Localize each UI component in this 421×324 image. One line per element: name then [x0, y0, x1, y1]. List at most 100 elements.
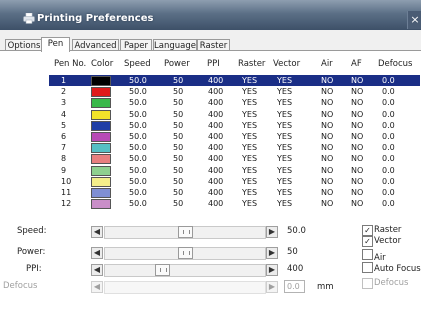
cell-speed: 50.0	[129, 165, 147, 175]
table-row[interactable]: 3 50.0 50 400 YES YES NO NO 0.0	[49, 97, 420, 109]
power-decrease-button[interactable]: ◀	[91, 247, 103, 259]
table-row[interactable]: 1 50.0 50 400 YES YES NO NO 0.0	[49, 75, 420, 86]
cell-af: NO	[351, 199, 364, 209]
cell-vector: YES	[277, 143, 293, 153]
cell-defocus: 0.0	[382, 120, 395, 130]
cell-power: 50	[173, 143, 184, 153]
cell-speed: 50.0	[129, 87, 147, 97]
header-defocus[interactable]: Defocus	[378, 59, 412, 73]
table-row[interactable]: 7 50.0 50 400 YES YES NO NO 0.0	[49, 142, 420, 154]
pen-color-swatch[interactable]	[91, 143, 111, 154]
table-row[interactable]: 11 50.0 50 400 YES YES NO NO 0.0	[49, 187, 420, 198]
pen-color-swatch[interactable]	[91, 87, 111, 98]
air-checkbox[interactable]	[362, 249, 373, 260]
cell-defocus: 0.0	[382, 109, 395, 119]
defocus-slider-track[interactable]	[104, 281, 266, 294]
cell-defocus: 0.0	[382, 199, 395, 209]
pen-color-swatch[interactable]	[91, 176, 111, 187]
cell-air: NO	[321, 199, 334, 209]
cell-ppi: 400	[208, 143, 224, 153]
auto-focus-checkbox[interactable]	[362, 262, 373, 273]
cell-ppi: 400	[208, 76, 224, 85]
ppi-decrease-button[interactable]: ◀	[91, 264, 103, 276]
pen-color-swatch[interactable]	[91, 120, 111, 131]
cell-power: 50	[173, 98, 184, 108]
cell-af: NO	[351, 76, 364, 85]
tab-pen[interactable]: Pen	[41, 37, 70, 52]
header-vector[interactable]: Vector	[273, 59, 300, 73]
pen-color-swatch[interactable]	[91, 132, 111, 142]
cell-pen-no: 2	[61, 87, 67, 97]
table-row[interactable]: 10 50.0 50 400 YES YES NO NO 0.0	[49, 176, 420, 187]
defocus-increase-button[interactable]: ▶	[266, 281, 278, 293]
close-button[interactable]: ×	[407, 11, 421, 29]
cell-af: NO	[351, 154, 364, 164]
ppi-slider-thumb[interactable]	[155, 264, 170, 276]
cell-vector: YES	[277, 154, 293, 164]
header-raster[interactable]: Raster	[238, 59, 265, 73]
cell-defocus: 0.0	[382, 165, 395, 175]
pen-color-swatch[interactable]	[91, 76, 111, 86]
table-row[interactable]: 2 50.0 50 400 YES YES NO NO 0.0	[49, 86, 420, 98]
defocus-checkbox[interactable]	[362, 278, 373, 289]
cell-power: 50	[173, 188, 184, 197]
header-ppi[interactable]: PPI	[207, 59, 220, 73]
cell-ppi: 400	[208, 165, 224, 175]
table-row[interactable]: 6 50.0 50 400 YES YES NO NO 0.0	[49, 131, 420, 142]
ppi-slider-track[interactable]	[104, 264, 266, 277]
defocus-decrease-button[interactable]: ◀	[91, 281, 103, 293]
cell-pen-no: 9	[61, 165, 67, 175]
table-row[interactable]: 8 50.0 50 400 YES YES NO NO 0.0	[49, 153, 420, 165]
speed-value: 50.0	[287, 226, 306, 236]
cell-af: NO	[351, 120, 364, 130]
cell-af: NO	[351, 165, 364, 175]
pen-color-swatch[interactable]	[91, 188, 111, 198]
header-speed[interactable]: Speed	[124, 59, 151, 73]
right-arrow-icon: ▶	[268, 282, 276, 291]
power-label: Power:	[17, 247, 46, 257]
header-color[interactable]: Color	[91, 59, 113, 73]
header-pen-no[interactable]: Pen No.	[54, 59, 86, 73]
header-air[interactable]: Air	[321, 59, 333, 73]
raster-checkbox[interactable]: ✓	[362, 225, 373, 236]
cell-air: NO	[321, 98, 334, 108]
check-icon: ✓	[364, 237, 371, 246]
raster-checkbox-label: Raster	[374, 225, 402, 235]
table-row[interactable]: 5 50.0 50 400 YES YES NO NO 0.0	[49, 120, 420, 131]
cell-pen-no: 3	[61, 98, 67, 108]
cell-defocus: 0.0	[382, 132, 395, 141]
pen-color-swatch[interactable]	[91, 98, 111, 109]
table-row[interactable]: 9 50.0 50 400 YES YES NO NO 0.0	[49, 165, 420, 176]
cell-pen-no: 7	[61, 143, 67, 153]
pen-color-swatch[interactable]	[91, 165, 111, 176]
speed-slider-thumb[interactable]	[178, 226, 193, 238]
pen-color-swatch[interactable]	[91, 109, 111, 120]
header-af[interactable]: AF	[351, 59, 362, 73]
tab-strip: Options Pen Advanced Paper Language Rast…	[0, 30, 421, 52]
cell-power: 50	[173, 165, 184, 175]
speed-label: Speed:	[17, 226, 47, 236]
cell-af: NO	[351, 98, 364, 108]
table-row[interactable]: 4 50.0 50 400 YES YES NO NO 0.0	[49, 109, 420, 120]
cell-ppi: 400	[208, 109, 224, 119]
cell-air: NO	[321, 188, 334, 197]
printer-icon	[23, 13, 35, 24]
power-value: 50	[287, 247, 298, 257]
title-bar[interactable]: Printing Preferences ×	[0, 0, 421, 30]
cell-air: NO	[321, 143, 334, 153]
header-power[interactable]: Power	[164, 59, 190, 73]
vector-checkbox-label: Vector	[374, 236, 402, 246]
speed-decrease-button[interactable]: ◀	[91, 226, 103, 238]
ppi-increase-button[interactable]: ▶	[266, 264, 278, 276]
pen-color-swatch[interactable]	[91, 199, 111, 210]
cell-speed: 50.0	[129, 76, 147, 85]
speed-increase-button[interactable]: ▶	[266, 226, 278, 238]
pen-color-swatch[interactable]	[91, 154, 111, 165]
power-increase-button[interactable]: ▶	[266, 247, 278, 259]
vector-checkbox[interactable]: ✓	[362, 236, 373, 247]
power-slider-thumb[interactable]	[178, 247, 193, 259]
cell-af: NO	[351, 188, 364, 197]
defocus-value-field[interactable]: 0.0	[284, 280, 305, 293]
table-row[interactable]: 12 50.0 50 400 YES YES NO NO 0.0	[49, 198, 420, 210]
cell-raster: YES	[242, 143, 258, 153]
